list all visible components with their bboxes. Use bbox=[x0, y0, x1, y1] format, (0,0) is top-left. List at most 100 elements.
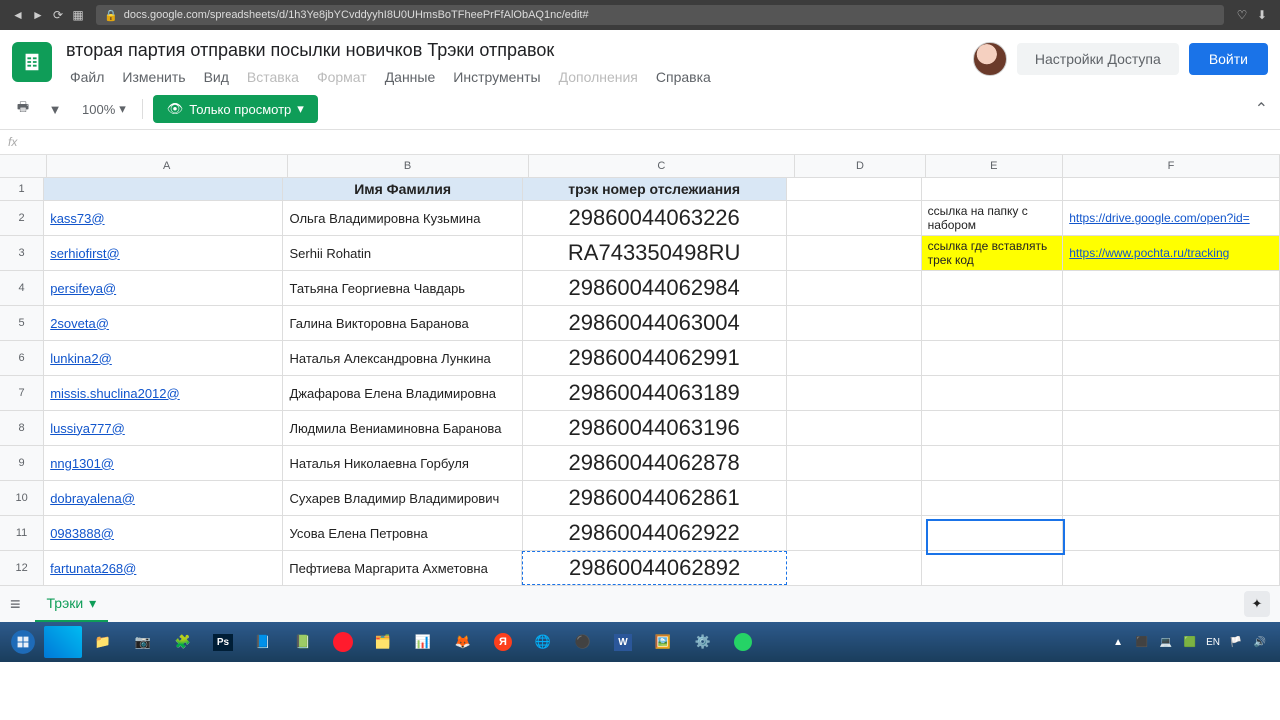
address-bar[interactable]: 🔒 docs.google.com/spreadsheets/d/1h3Ye8j… bbox=[96, 5, 1224, 25]
cell-d[interactable] bbox=[787, 551, 922, 585]
cell-track[interactable]: 29860044063196 bbox=[523, 411, 787, 445]
cell-track[interactable]: 29860044062892 bbox=[522, 551, 787, 585]
cell-e[interactable] bbox=[922, 481, 1064, 515]
cell-track[interactable]: 29860044062878 bbox=[523, 446, 787, 480]
cell-c1[interactable]: трэк номер отслежиания bbox=[523, 178, 787, 200]
start-button[interactable] bbox=[4, 626, 42, 658]
cell-d[interactable] bbox=[787, 306, 922, 340]
row-header[interactable]: 3 bbox=[0, 236, 44, 270]
menu-дополнения[interactable]: Дополнения bbox=[551, 65, 646, 89]
cell-d[interactable] bbox=[787, 236, 922, 270]
back-button[interactable]: ◄ bbox=[8, 8, 28, 22]
sheets-logo[interactable] bbox=[12, 42, 52, 82]
task-app-2[interactable]: 📁 bbox=[84, 626, 122, 658]
tray-icon[interactable]: 💻 bbox=[1158, 634, 1174, 650]
zoom-selector[interactable]: 100%▾ bbox=[76, 99, 132, 119]
explore-button[interactable]: ✦ bbox=[1244, 591, 1270, 617]
cell-d1[interactable] bbox=[787, 178, 922, 200]
task-app-1[interactable] bbox=[44, 626, 82, 658]
tray-icon[interactable]: ⬛ bbox=[1134, 634, 1150, 650]
task-app-10[interactable]: 📊 bbox=[404, 626, 442, 658]
menu-формат[interactable]: Формат bbox=[309, 65, 375, 89]
formula-bar[interactable]: fx bbox=[0, 130, 1280, 155]
cell-email[interactable]: 0983888@ bbox=[44, 516, 283, 550]
row-header-1[interactable]: 1 bbox=[0, 178, 44, 200]
cell-e[interactable] bbox=[922, 271, 1064, 305]
cell-name[interactable]: Наталья Николаевна Горбуля bbox=[283, 446, 522, 480]
cell-track[interactable]: 29860044062922 bbox=[523, 516, 787, 550]
cell-name[interactable]: Джафарова Елена Владимировна bbox=[283, 376, 522, 410]
cell-track[interactable]: 29860044063004 bbox=[523, 306, 787, 340]
cell-f[interactable] bbox=[1063, 341, 1280, 375]
cell-d[interactable] bbox=[787, 201, 922, 235]
bookmark-button[interactable]: ♡ bbox=[1232, 8, 1252, 22]
all-sheets-button[interactable]: ≡ bbox=[10, 594, 21, 615]
task-app-12[interactable]: Я bbox=[484, 626, 522, 658]
cell-d[interactable] bbox=[787, 516, 922, 550]
select-all-corner[interactable] bbox=[0, 155, 47, 177]
cell-email[interactable]: kass73@ bbox=[44, 201, 283, 235]
cell-email[interactable]: fartunata268@ bbox=[44, 551, 283, 585]
task-app-13[interactable]: 🌐 bbox=[524, 626, 562, 658]
avatar[interactable] bbox=[973, 42, 1007, 76]
cell-e[interactable] bbox=[922, 516, 1064, 550]
row-header[interactable]: 2 bbox=[0, 201, 44, 235]
row-header[interactable]: 8 bbox=[0, 411, 44, 445]
col-header-f[interactable]: F bbox=[1063, 155, 1280, 177]
cell-e[interactable]: ссылка на папку с набором bbox=[922, 201, 1064, 235]
cell-track[interactable]: 29860044063189 bbox=[523, 376, 787, 410]
menu-инструменты[interactable]: Инструменты bbox=[445, 65, 548, 89]
cell-d[interactable] bbox=[787, 446, 922, 480]
col-header-d[interactable]: D bbox=[795, 155, 925, 177]
doc-title[interactable]: вторая партия отправки посылки новичков … bbox=[62, 38, 973, 63]
task-app-3[interactable]: 📷 bbox=[124, 626, 162, 658]
download-button[interactable]: ⬇ bbox=[1252, 8, 1272, 22]
cell-name[interactable]: Пефтиева Маргарита Ахметовна bbox=[283, 551, 522, 585]
col-header-e[interactable]: E bbox=[926, 155, 1063, 177]
cell-f[interactable] bbox=[1063, 516, 1280, 550]
cell-a1[interactable] bbox=[44, 178, 283, 200]
cell-email[interactable]: persifeya@ bbox=[44, 271, 283, 305]
filter-icon[interactable]: ▼ bbox=[44, 98, 66, 120]
cell-f[interactable] bbox=[1063, 376, 1280, 410]
tray-icon[interactable]: ▲ bbox=[1110, 634, 1126, 650]
cell-track[interactable]: RA743350498RU bbox=[523, 236, 787, 270]
row-header[interactable]: 5 bbox=[0, 306, 44, 340]
share-button[interactable]: Настройки Доступа bbox=[1017, 43, 1179, 75]
menu-файл[interactable]: Файл bbox=[62, 65, 112, 89]
cell-name[interactable]: Усова Елена Петровна bbox=[283, 516, 522, 550]
task-app-6[interactable]: 📘 bbox=[244, 626, 282, 658]
cell-d[interactable] bbox=[787, 271, 922, 305]
cell-e1[interactable] bbox=[922, 178, 1064, 200]
cell-e[interactable] bbox=[922, 551, 1064, 585]
task-app-17[interactable]: ⚙️ bbox=[684, 626, 722, 658]
task-app-4[interactable]: 🧩 bbox=[164, 626, 202, 658]
cell-track[interactable]: 29860044063226 bbox=[523, 201, 787, 235]
sheet-tab-active[interactable]: Трэки ▾ bbox=[35, 587, 109, 622]
spreadsheet-grid[interactable]: A B C D E F 1 Имя Фамилия трэк номер отс… bbox=[0, 155, 1280, 585]
collapse-toolbar-button[interactable]: ⌃ bbox=[1255, 99, 1268, 119]
menu-данные[interactable]: Данные bbox=[377, 65, 444, 89]
cell-d[interactable] bbox=[787, 411, 922, 445]
cell-name[interactable]: Людмила Вениаминовна Баранова bbox=[283, 411, 522, 445]
cell-track[interactable]: 29860044062991 bbox=[523, 341, 787, 375]
cell-track[interactable]: 29860044062861 bbox=[523, 481, 787, 515]
system-tray[interactable]: ▲ ⬛ 💻 🟩 EN 🏳️ 🔊 bbox=[1110, 634, 1276, 650]
row-header[interactable]: 12 bbox=[0, 551, 44, 585]
cell-f[interactable] bbox=[1063, 306, 1280, 340]
row-header[interactable]: 4 bbox=[0, 271, 44, 305]
row-header[interactable]: 9 bbox=[0, 446, 44, 480]
menu-вставка[interactable]: Вставка bbox=[239, 65, 307, 89]
row-header[interactable]: 11 bbox=[0, 516, 44, 550]
menu-справка[interactable]: Справка bbox=[648, 65, 719, 89]
row-header[interactable]: 10 bbox=[0, 481, 44, 515]
cell-d[interactable] bbox=[787, 341, 922, 375]
cell-e[interactable] bbox=[922, 411, 1064, 445]
apps-button[interactable]: ▦ bbox=[68, 8, 88, 22]
cell-e[interactable] bbox=[922, 376, 1064, 410]
task-app-15[interactable]: W bbox=[604, 626, 642, 658]
cell-f[interactable] bbox=[1063, 551, 1280, 585]
task-app-14[interactable]: ⚫ bbox=[564, 626, 602, 658]
cell-e[interactable]: ссылка где вставлять трек код bbox=[922, 236, 1064, 270]
tray-icon[interactable]: 🟩 bbox=[1182, 634, 1198, 650]
